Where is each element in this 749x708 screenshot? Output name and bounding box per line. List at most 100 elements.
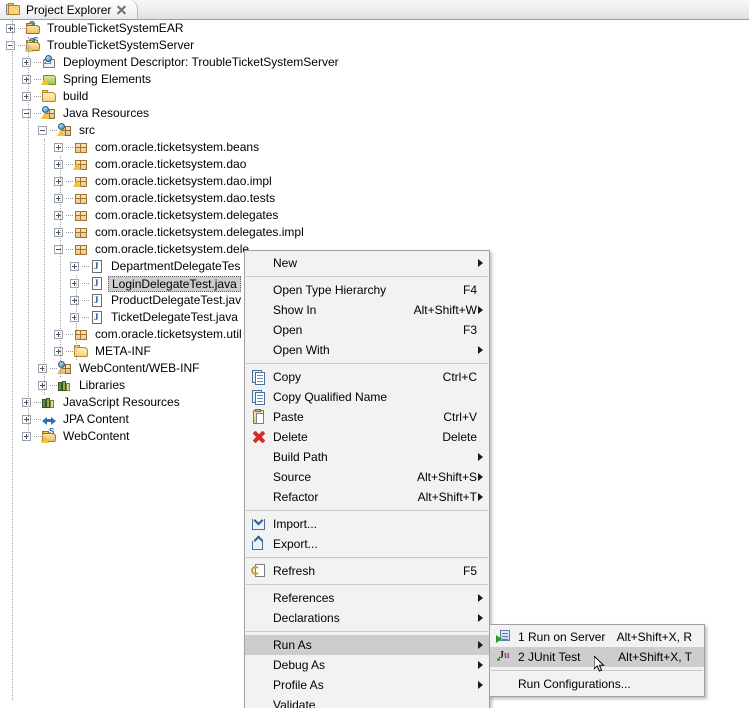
- collapse-icon[interactable]: [54, 245, 63, 254]
- tree-item-com-oracle-ticketsystem-delegates-impl[interactable]: com.oracle.ticketsystem.delegates.impl: [0, 224, 749, 241]
- menu-item-delete[interactable]: Delete Delete: [245, 427, 489, 447]
- tree-connector: [34, 419, 41, 420]
- expand-icon[interactable]: [22, 415, 31, 424]
- tree-guide-line: [76, 275, 77, 360]
- menu-item-refactor[interactable]: Refactor Alt+Shift+T: [245, 487, 489, 507]
- tree-connector: [66, 181, 73, 182]
- menu-item-1-run-on-server[interactable]: 1 Run on Server Alt+Shift+X, R: [490, 627, 704, 647]
- expand-icon[interactable]: [22, 432, 31, 441]
- menu-item-open-type-hierarchy[interactable]: Open Type Hierarchy F4: [245, 280, 489, 300]
- package-icon: [73, 208, 89, 223]
- expand-icon[interactable]: [70, 262, 79, 271]
- tree-item-build[interactable]: build: [0, 88, 749, 105]
- tree-item-com-oracle-ticketsystem-beans[interactable]: com.oracle.ticketsystem.beans: [0, 139, 749, 156]
- expand-icon[interactable]: [22, 92, 31, 101]
- tree-item-deployment-descriptor-troubleticketsystemserver[interactable]: 2.5 Deployment Descriptor: TroubleTicketS…: [0, 54, 749, 71]
- expand-icon[interactable]: [54, 177, 63, 186]
- menu-item-references[interactable]: References: [245, 588, 489, 608]
- menu-item-shortcut: Ctrl+V: [443, 410, 477, 424]
- menu-item-declarations[interactable]: Declarations: [245, 608, 489, 628]
- tree-item-label: com.oracle.ticketsystem.dele: [95, 242, 250, 256]
- tree-item-troubleticketsystemear[interactable]: TroubleTicketSystemEAR: [0, 20, 749, 37]
- menu-item-copy[interactable]: Copy Ctrl+C: [245, 367, 489, 387]
- menu-item-refresh[interactable]: Refresh F5: [245, 561, 489, 581]
- package-warning-icon: [73, 157, 89, 172]
- menu-icon-slot: [249, 488, 269, 506]
- menu-icon-slot: [249, 676, 269, 694]
- tree-item-com-oracle-ticketsystem-dao-tests[interactable]: com.oracle.ticketsystem.dao.tests: [0, 190, 749, 207]
- tree-item-com-oracle-ticketsystem-delegates[interactable]: com.oracle.ticketsystem.delegates: [0, 207, 749, 224]
- tree-item-label: TicketDelegateTest.java: [111, 310, 238, 324]
- menu-separator: [246, 584, 488, 585]
- tree-item-src[interactable]: src: [0, 122, 749, 139]
- expand-icon[interactable]: [54, 211, 63, 220]
- tree-item-com-oracle-ticketsystem-dao-impl[interactable]: com.oracle.ticketsystem.dao.impl: [0, 173, 749, 190]
- java-file-icon: J: [89, 276, 105, 291]
- expand-icon[interactable]: [54, 143, 63, 152]
- tree-connector: [82, 283, 89, 284]
- tab-project-explorer[interactable]: Project Explorer: [0, 0, 139, 20]
- expand-icon[interactable]: [70, 296, 79, 305]
- expand-icon[interactable]: [38, 381, 47, 390]
- menu-item-label: Refresh: [273, 564, 316, 578]
- tree-connector: [34, 402, 41, 403]
- menu-icon-slot: [249, 636, 269, 654]
- collapse-icon[interactable]: [38, 126, 47, 135]
- expand-icon[interactable]: [54, 347, 63, 356]
- menu-icon-slot: [249, 609, 269, 627]
- menu-item-label: Copy Qualified Name: [273, 390, 388, 404]
- expand-icon[interactable]: [54, 160, 63, 169]
- run-as-submenu[interactable]: 1 Run on Server Alt+Shift+X, R Ju 2 JUnit T…: [489, 624, 705, 697]
- menu-item-build-path[interactable]: Build Path: [245, 447, 489, 467]
- expand-icon[interactable]: [22, 75, 31, 84]
- tree-connector: [66, 215, 73, 216]
- spring-elements-icon: [41, 72, 57, 87]
- menu-icon-slot: [249, 696, 269, 708]
- expand-icon[interactable]: [54, 228, 63, 237]
- menu-item-export[interactable]: Export...: [245, 534, 489, 554]
- menu-item-source[interactable]: Source Alt+Shift+S: [245, 467, 489, 487]
- menu-item-label: Export...: [273, 537, 318, 551]
- menu-item-show-in[interactable]: Show In Alt+Shift+W: [245, 300, 489, 320]
- menu-item-paste[interactable]: Paste Ctrl+V: [245, 407, 489, 427]
- menu-item-label: Refactor: [273, 490, 319, 504]
- expand-icon[interactable]: [54, 194, 63, 203]
- tree-connector: [18, 45, 25, 46]
- expand-icon[interactable]: [22, 398, 31, 407]
- expand-icon[interactable]: [38, 364, 47, 373]
- menu-item-open[interactable]: Open F3: [245, 320, 489, 340]
- menu-item-new[interactable]: New: [245, 253, 489, 273]
- menu-item-2-junit-test[interactable]: Ju 2 JUnit Test Alt+Shift+X, T: [490, 647, 704, 667]
- menu-item-debug-as[interactable]: Debug As: [245, 655, 489, 675]
- tree-item-spring-elements[interactable]: Spring Elements: [0, 71, 749, 88]
- tree-connector: [66, 232, 73, 233]
- expand-icon[interactable]: [54, 330, 63, 339]
- menu-item-open-with[interactable]: Open With: [245, 340, 489, 360]
- collapse-icon[interactable]: [6, 41, 15, 50]
- menu-item-copy-qualified-name[interactable]: Copy Qualified Name: [245, 387, 489, 407]
- menu-item-profile-as[interactable]: Profile As: [245, 675, 489, 695]
- expand-icon[interactable]: [22, 58, 31, 67]
- menu-item-run-as[interactable]: Run As: [245, 635, 489, 655]
- menu-item-validate[interactable]: Validate: [245, 695, 489, 708]
- tree-item-java-resources[interactable]: Java Resources: [0, 105, 749, 122]
- submenu-arrow-icon: [478, 594, 483, 602]
- tree-item-com-oracle-ticketsystem-dao[interactable]: com.oracle.ticketsystem.dao: [0, 156, 749, 173]
- menu-item-label: Validate: [273, 698, 316, 708]
- menu-item-run-configurations[interactable]: Run Configurations...: [490, 674, 704, 694]
- expand-icon[interactable]: [70, 313, 79, 322]
- close-icon[interactable]: [116, 4, 127, 15]
- expand-icon[interactable]: [6, 24, 15, 33]
- submenu-arrow-icon: [478, 473, 483, 481]
- expand-icon[interactable]: [70, 279, 79, 288]
- context-menu[interactable]: New Open Type Hierarchy F4 Show In Alt+Shift…: [244, 250, 490, 708]
- tree-item-troubleticketsystemserver[interactable]: S TroubleTicketSystemServer: [0, 37, 749, 54]
- collapse-icon[interactable]: [22, 109, 31, 118]
- menu-item-label: Paste: [273, 410, 304, 424]
- menu-item-import[interactable]: Import...: [245, 514, 489, 534]
- menu-separator: [246, 557, 488, 558]
- explorer-folder-icon: [6, 2, 21, 17]
- menu-item-label: Show In: [273, 303, 317, 317]
- tree-guide-line: [12, 20, 13, 700]
- menu-item-label: Delete: [273, 430, 308, 444]
